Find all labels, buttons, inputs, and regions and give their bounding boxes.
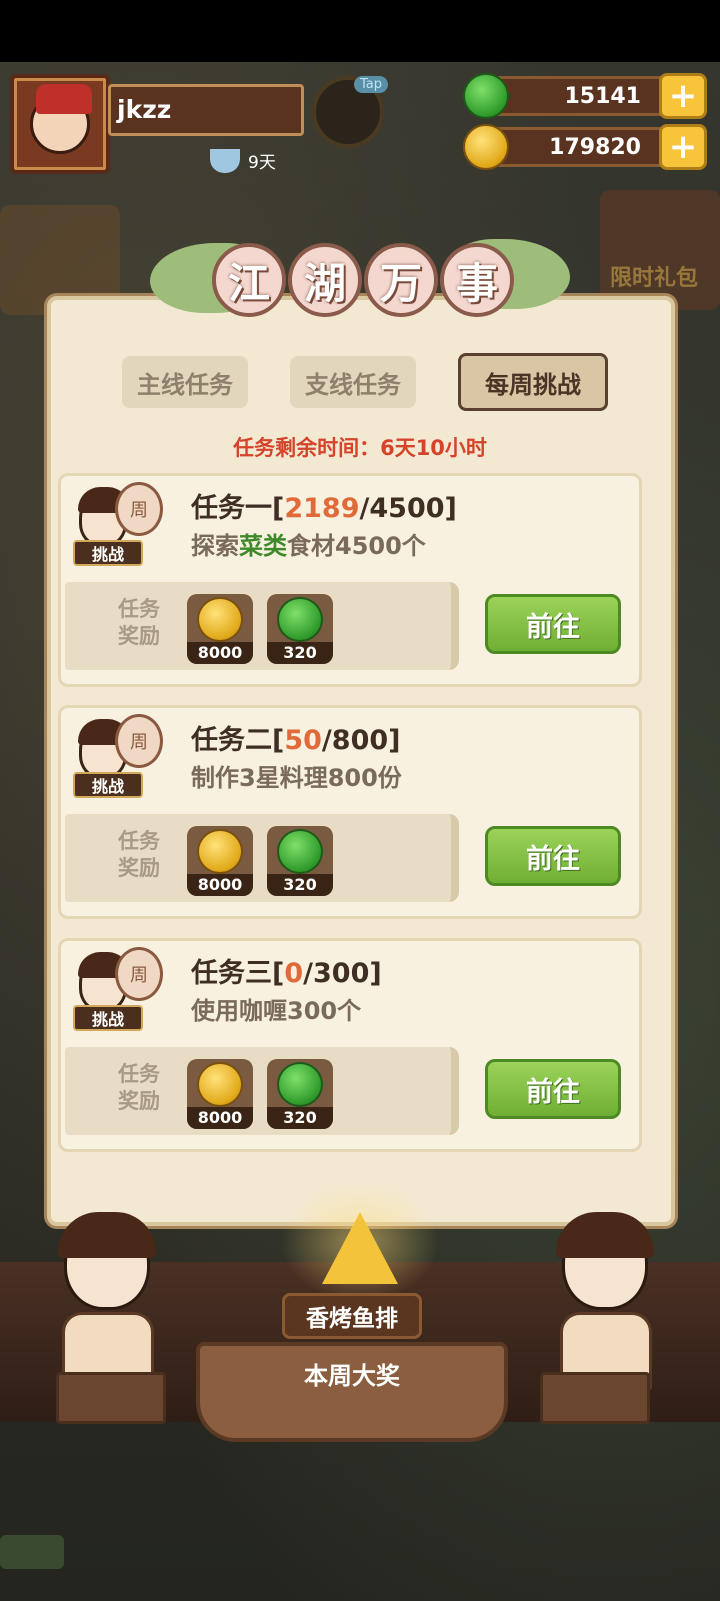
tab-main-quest[interactable]: 主线任务 (122, 356, 248, 408)
weekly-seal: 周 (115, 714, 163, 768)
jade-icon (277, 1062, 323, 1107)
task-card: 周 挑战 任务二[50/800] 制作3星料理800份 任务 奖励 8000 32… (58, 705, 642, 919)
player-avatar[interactable] (10, 74, 110, 174)
task-progress-current: 50 (284, 725, 322, 756)
task-progress-target: 300 (313, 958, 370, 989)
task-progress-current: 2189 (284, 493, 360, 524)
reward-label: 任务 奖励 (118, 829, 160, 880)
go-button[interactable]: 前往 (485, 826, 621, 886)
reward-coin-amount: 8000 (187, 874, 253, 896)
task-tabs: 主线任务 支线任务 每周挑战 (122, 353, 608, 411)
task-progress-current: 0 (284, 958, 304, 989)
weekly-prize-sign[interactable]: 本周大奖 (196, 1342, 508, 1442)
go-button[interactable]: 前往 (485, 1059, 621, 1119)
challenge-badge: 周 挑战 (69, 482, 169, 572)
weekly-prize-label: 本周大奖 (304, 1362, 400, 1390)
time-remaining: 任务剩余时间：6天10小时 (0, 432, 720, 462)
challenge-badge: 周 挑战 (69, 947, 169, 1037)
bell-icon (322, 1212, 398, 1284)
reward-label: 任务 奖励 (118, 1062, 160, 1113)
coin-amount: 179820 (549, 134, 641, 160)
reward-label: 任务 奖励 (118, 597, 160, 648)
task-title: 任务二[50/800] (191, 725, 401, 756)
bottom-toggle[interactable] (0, 1535, 64, 1569)
task-card: 周 挑战 任务一[2189/4500] 探索菜类食材4500个 任务 奖励 800… (58, 473, 642, 687)
task-description: 探索菜类食材4500个 (191, 532, 426, 560)
jade-amount: 15141 (564, 83, 641, 109)
task-progress-target: 4500 (369, 493, 445, 524)
tab-weekly-challenge[interactable]: 每周挑战 (458, 353, 608, 411)
coin-icon (463, 124, 509, 170)
challenge-label: 挑战 (73, 772, 143, 798)
reward-jade[interactable]: 320 (267, 826, 333, 896)
jade-icon (463, 73, 509, 119)
task-description: 制作3星料理800份 (191, 764, 402, 792)
limited-gift-icon[interactable]: 限时礼包 (600, 190, 720, 310)
time-remaining-value: 6天10小时 (380, 436, 487, 460)
reward-coin[interactable]: 8000 (187, 594, 253, 664)
reward-coin[interactable]: 8000 (187, 826, 253, 896)
reward-jade-amount: 320 (267, 874, 333, 896)
panel-title: 江 湖 万 事 (150, 235, 570, 335)
title-char: 江 (212, 243, 286, 317)
task-progress-target: 800 (331, 725, 389, 756)
task-title: 任务三[0/300] (191, 958, 382, 989)
reward-jade-amount: 320 (267, 1107, 333, 1129)
reward-coin-amount: 8000 (187, 1107, 253, 1129)
reward-jade-amount: 320 (267, 642, 333, 664)
weekly-seal: 周 (115, 482, 163, 536)
time-remaining-label: 任务剩余时间： (233, 436, 381, 460)
title-char: 事 (440, 243, 514, 317)
coin-icon (197, 829, 243, 874)
tap-button[interactable]: Tap (312, 76, 388, 148)
jade-icon (277, 597, 323, 642)
coin-resource: 179820 + (463, 124, 707, 170)
challenge-label: 挑战 (73, 1005, 143, 1031)
prize-bell[interactable] (280, 1182, 440, 1302)
go-button[interactable]: 前往 (485, 594, 621, 654)
task-card: 周 挑战 任务三[0/300] 使用咖喱300个 任务 奖励 8000 320 前… (58, 938, 642, 1152)
tab-side-quest[interactable]: 支线任务 (290, 356, 416, 408)
jade-icon (277, 829, 323, 874)
weekly-seal: 周 (115, 947, 163, 1001)
reward-scroll: 任务 奖励 8000 320 (65, 1047, 459, 1135)
prize-name: 香烤鱼排 (282, 1293, 422, 1339)
limited-gift-label: 限时礼包 (610, 266, 699, 291)
reward-jade[interactable]: 320 (267, 594, 333, 664)
challenge-badge: 周 挑战 (69, 714, 169, 804)
title-char: 万 (364, 243, 438, 317)
stool-left (56, 1372, 166, 1424)
days-value: 9天 (248, 153, 276, 173)
stool-right (540, 1372, 650, 1424)
title-char: 湖 (288, 243, 362, 317)
reward-scroll: 任务 奖励 8000 320 (65, 582, 459, 670)
days-counter: 9天 (210, 148, 276, 173)
bowl-icon (210, 148, 240, 173)
status-bar (0, 0, 720, 62)
task-description: 使用咖喱300个 (191, 997, 362, 1025)
reward-coin[interactable]: 8000 (187, 1059, 253, 1129)
task-title: 任务一[2189/4500] (191, 493, 457, 524)
reward-scroll: 任务 奖励 8000 320 (65, 814, 459, 902)
add-jade-button[interactable]: + (659, 73, 707, 119)
player-name: jkzz (108, 84, 304, 136)
reward-coin-amount: 8000 (187, 642, 253, 664)
jade-resource: 15141 + (463, 73, 707, 119)
coin-icon (197, 1062, 243, 1107)
coin-icon (197, 597, 243, 642)
avatar-hat (36, 84, 92, 114)
tap-label: Tap (353, 76, 388, 93)
reward-jade[interactable]: 320 (267, 1059, 333, 1129)
add-coin-button[interactable]: + (659, 124, 707, 170)
challenge-label: 挑战 (73, 540, 143, 566)
